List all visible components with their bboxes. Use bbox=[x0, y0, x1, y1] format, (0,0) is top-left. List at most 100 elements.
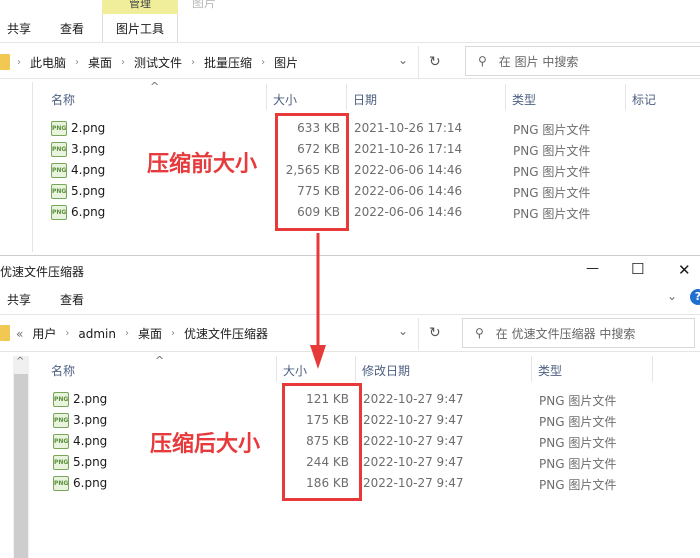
file-name: 4.png bbox=[73, 434, 108, 448]
sort-indicator-icon: ^ bbox=[155, 354, 165, 367]
column-header-size[interactable]: 大小 bbox=[273, 91, 297, 108]
help-icon[interactable]: ? bbox=[690, 289, 700, 305]
file-type: PNG 图片文件 bbox=[539, 415, 617, 429]
file-date: 2022-10-27 9:47 bbox=[363, 455, 464, 469]
context-tab-manage[interactable]: 管理 bbox=[102, 0, 178, 14]
search-input[interactable]: ⚲ 在 优速文件压缩器 中搜索 bbox=[462, 318, 695, 348]
crumb-compressor[interactable]: 优速文件压缩器 bbox=[184, 325, 268, 342]
tab-view[interactable]: 查看 bbox=[60, 291, 84, 308]
arrow-icon bbox=[310, 233, 326, 369]
search-placeholder: 在 优速文件压缩器 中搜索 bbox=[495, 326, 636, 341]
file-type: PNG 图片文件 bbox=[539, 478, 617, 492]
folder-icon bbox=[0, 54, 10, 70]
highlight-box-before bbox=[275, 113, 349, 231]
breadcrumb: › 此电脑 › 桌面 › 测试文件 › 批量压缩 › 图片 bbox=[17, 54, 299, 71]
file-name: 5.png bbox=[73, 455, 108, 469]
file-date: 2022-10-27 9:47 bbox=[363, 413, 464, 427]
png-file-icon: PNG bbox=[51, 163, 67, 178]
file-type: PNG 图片文件 bbox=[539, 436, 617, 450]
png-file-icon: PNG bbox=[51, 121, 67, 136]
png-file-icon: PNG bbox=[51, 205, 67, 220]
search-placeholder: 在 图片 中搜索 bbox=[498, 54, 579, 69]
crumb-users[interactable]: 用户 bbox=[32, 325, 56, 342]
png-file-icon: PNG bbox=[51, 184, 67, 199]
scroll-up-icon[interactable]: ^ bbox=[16, 356, 24, 367]
window-title: 优速文件压缩器 bbox=[0, 265, 85, 279]
column-header-modified[interactable]: 修改日期 bbox=[362, 362, 410, 379]
file-name: 3.png bbox=[71, 142, 106, 156]
file-date: 2021-10-26 17:14 bbox=[354, 142, 463, 156]
file-name: 6.png bbox=[71, 205, 106, 219]
ribbon-expand-icon[interactable]: ⌄ bbox=[667, 289, 677, 303]
address-dropdown-icon[interactable]: ⌄ bbox=[398, 53, 408, 67]
maximize-button[interactable]: ☐ bbox=[631, 260, 644, 278]
file-type: PNG 图片文件 bbox=[539, 394, 617, 408]
file-row[interactable]: PNG 6.png 609 KB 2022-06-06 14:46 PNG 图片文件 bbox=[0, 202, 700, 223]
highlight-box-after bbox=[282, 383, 362, 501]
file-type: PNG 图片文件 bbox=[513, 123, 591, 137]
search-input[interactable]: ⚲ 在 图片 中搜索 bbox=[465, 46, 700, 76]
crumb-desktop[interactable]: 桌面 bbox=[138, 325, 162, 342]
file-type: PNG 图片文件 bbox=[513, 144, 591, 158]
minimize-button[interactable]: — bbox=[586, 261, 599, 276]
explorer-window-compressor: 优速文件压缩器 — ☐ ✕ 共享 查看 ⌄ ? « 用户 ›admin ›桌面 … bbox=[0, 255, 700, 558]
refresh-icon[interactable]: ↻ bbox=[429, 325, 441, 341]
tab-share[interactable]: 共享 bbox=[7, 20, 31, 37]
png-file-icon: PNG bbox=[53, 434, 69, 449]
column-header-type[interactable]: 类型 bbox=[538, 362, 562, 379]
file-name: 2.png bbox=[71, 121, 106, 135]
file-name: 5.png bbox=[71, 184, 106, 198]
file-date: 2022-10-27 9:47 bbox=[363, 392, 464, 406]
search-icon: ⚲ bbox=[478, 54, 487, 68]
png-file-icon: PNG bbox=[53, 455, 69, 470]
file-row[interactable]: PNG 2.png 633 KB 2021-10-26 17:14 PNG 图片文件 bbox=[0, 118, 700, 139]
column-header-size[interactable]: 大小 bbox=[283, 362, 307, 379]
column-header-tags[interactable]: 标记 bbox=[632, 91, 656, 108]
annotation-before: 压缩前大小 bbox=[147, 152, 258, 177]
search-icon: ⚲ bbox=[475, 326, 484, 340]
file-type: PNG 图片文件 bbox=[513, 186, 591, 200]
png-file-icon: PNG bbox=[53, 476, 69, 491]
file-date: 2022-06-06 14:46 bbox=[354, 163, 463, 177]
file-row[interactable]: PNG 3.png 672 KB 2021-10-26 17:14 PNG 图片文件 bbox=[0, 139, 700, 160]
png-file-icon: PNG bbox=[51, 142, 67, 157]
file-name: 4.png bbox=[71, 163, 106, 177]
file-type: PNG 图片文件 bbox=[513, 165, 591, 179]
folder-icon bbox=[0, 325, 10, 341]
crumb-overflow[interactable]: « bbox=[16, 327, 23, 341]
column-header-name[interactable]: 名称 bbox=[51, 91, 75, 108]
window-title: 图片 bbox=[192, 0, 217, 10]
crumb-batch-compress[interactable]: 批量压缩 bbox=[204, 54, 252, 71]
file-date: 2022-06-06 14:46 bbox=[354, 205, 463, 219]
tab-share[interactable]: 共享 bbox=[7, 291, 31, 308]
file-type: PNG 图片文件 bbox=[513, 207, 591, 221]
column-header-date[interactable]: 日期 bbox=[353, 91, 377, 108]
tab-view[interactable]: 查看 bbox=[60, 20, 84, 37]
file-name: 6.png bbox=[73, 476, 108, 490]
file-type: PNG 图片文件 bbox=[539, 457, 617, 471]
sort-indicator-icon: ^ bbox=[150, 80, 160, 93]
explorer-window-pictures: 管理 图片 共享 查看 图片工具 › 此电脑 › 桌面 › 测试文件 › 批量压缩 › 图… bbox=[0, 0, 700, 255]
crumb-this-pc[interactable]: 此电脑 bbox=[30, 54, 66, 71]
png-file-icon: PNG bbox=[53, 413, 69, 428]
crumb-test-files[interactable]: 测试文件 bbox=[134, 54, 182, 71]
file-date: 2022-06-06 14:46 bbox=[354, 184, 463, 198]
file-date: 2021-10-26 17:14 bbox=[354, 121, 463, 135]
close-button[interactable]: ✕ bbox=[678, 261, 691, 279]
crumb-admin[interactable]: admin bbox=[78, 327, 116, 341]
column-header-name[interactable]: 名称 bbox=[51, 362, 75, 379]
tab-picture-tools[interactable]: 图片工具 bbox=[102, 14, 178, 42]
file-date: 2022-10-27 9:47 bbox=[363, 476, 464, 490]
refresh-icon[interactable]: ↻ bbox=[429, 54, 441, 70]
annotation-after: 压缩后大小 bbox=[150, 432, 261, 457]
file-row[interactable]: PNG 5.png 775 KB 2022-06-06 14:46 PNG 图片文件 bbox=[0, 181, 700, 202]
crumb-desktop[interactable]: 桌面 bbox=[88, 54, 112, 71]
breadcrumb: « 用户 › admin › 桌面 › 优速文件压缩器 bbox=[16, 325, 268, 342]
png-file-icon: PNG bbox=[53, 392, 69, 407]
address-dropdown-icon[interactable]: ⌄ bbox=[398, 324, 408, 338]
file-row[interactable]: PNG 4.png 2,565 KB 2022-06-06 14:46 PNG 图片文件 bbox=[0, 160, 700, 181]
file-name: 2.png bbox=[73, 392, 108, 406]
crumb-pictures[interactable]: 图片 bbox=[274, 54, 298, 71]
file-date: 2022-10-27 9:47 bbox=[363, 434, 464, 448]
column-header-type[interactable]: 类型 bbox=[512, 91, 536, 108]
